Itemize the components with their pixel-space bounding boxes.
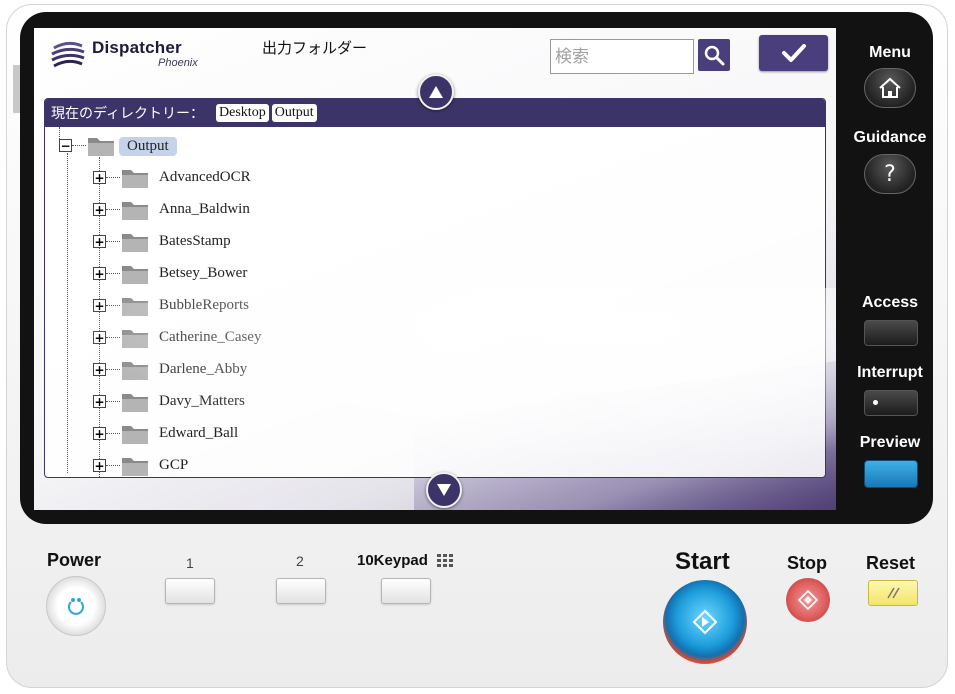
breadcrumb-desktop[interactable]: Desktop [216,104,269,122]
interrupt-button[interactable] [864,390,918,416]
tree-line [106,209,120,210]
folder-label[interactable]: BatesStamp [159,233,231,250]
tree-line [72,145,86,146]
tree-line [106,241,120,242]
folder-label[interactable]: Anna_Baldwin [159,201,250,218]
collapse-toggle-root[interactable]: − [59,139,72,152]
register-key-2[interactable] [276,578,326,604]
tree-line [106,337,120,338]
keypad-icon [437,554,453,567]
question-icon: ? [884,161,896,187]
tree-line [106,401,120,402]
folder-icon [122,298,148,316]
access-label: Access [861,294,919,311]
keypad-label: 10Keypad [357,552,428,569]
tree-line [106,273,120,274]
app-name: Dispatcher [92,38,182,57]
folder-icon [122,170,148,188]
key-1-label: 1 [186,555,194,571]
power-button[interactable] [46,576,106,636]
app-subname: Phoenix [158,57,198,69]
scroll-down-button[interactable] [426,472,462,508]
menu-label: Menu [869,44,911,61]
search-icon [704,45,725,66]
tree-line [106,305,120,306]
search-button[interactable] [698,39,730,71]
expand-toggle[interactable]: + [93,267,106,280]
register-key-1[interactable] [165,578,215,604]
app-logo: Dispatcher Phoenix [50,38,210,72]
expand-toggle[interactable]: + [93,299,106,312]
reset-label: Reset [866,553,916,573]
expand-toggle[interactable]: + [93,235,106,248]
folder-icon [122,266,148,284]
breadcrumb-output[interactable]: Output [271,104,317,122]
folder-label[interactable]: Catherine_Casey [159,329,261,346]
interrupt-label: Interrupt [857,364,923,381]
arrow-down-icon [437,484,451,496]
tree-line [106,177,120,178]
access-button[interactable] [864,320,918,346]
keypad-button[interactable] [381,578,431,604]
key-2-label: 2 [296,553,304,569]
arrow-up-icon [429,86,443,98]
page-title: 出力フォルダー [262,40,368,57]
current-directory-label: 現在のディレクトリー： [51,105,205,121]
reset-button[interactable] [868,580,918,606]
reset-icon [887,587,900,599]
start-button[interactable] [663,580,747,664]
folder-icon [122,458,148,476]
checkmark-icon [781,44,806,62]
tree-line [106,465,120,466]
power-icon [68,598,84,615]
folder-label[interactable]: Betsey_Bower [159,265,247,282]
confirm-button[interactable] [759,35,828,71]
folder-label[interactable]: AdvancedOCR [159,169,251,186]
expand-toggle[interactable]: + [93,171,106,184]
expand-toggle[interactable]: + [93,427,106,440]
folder-tree-panel: 現在のディレクトリー： Desktop Output − Output + Ad… [44,98,826,478]
tree-node-root[interactable]: Output [119,137,177,156]
interrupt-indicator-icon [873,400,878,405]
start-icon [692,609,718,635]
tree-line [106,433,120,434]
folder-icon [122,394,148,412]
folder-open-icon [88,138,114,156]
home-icon [879,77,901,98]
folder-icon [122,234,148,252]
folder-label[interactable]: BubbleReports [159,297,249,314]
preview-label: Preview [859,434,921,451]
expand-toggle[interactable]: + [93,395,106,408]
stop-button[interactable] [786,578,830,622]
expand-toggle[interactable]: + [93,459,106,472]
folder-icon [122,330,148,348]
guidance-button[interactable]: ? [864,154,916,194]
stop-label: Stop [787,553,827,573]
tree-line [59,127,60,139]
expand-toggle[interactable]: + [93,203,106,216]
search-input[interactable] [550,39,694,74]
folder-label[interactable]: Davy_Matters [159,393,245,410]
touch-screen: Dispatcher Phoenix 出力フォルダー 現在のディレクトリー： D… [34,28,836,510]
folder-label[interactable]: Edward_Ball [159,425,238,442]
folder-icon [122,362,148,380]
folder-label[interactable]: Darlene_Abby [159,361,247,378]
tree-line [67,153,68,473]
folder-icon [122,202,148,220]
expand-toggle[interactable]: + [93,331,106,344]
power-label: Power [47,550,102,570]
tree-line [106,369,120,370]
folder-label[interactable]: GCP [159,457,188,474]
menu-button[interactable] [864,68,916,108]
start-label: Start [675,548,730,575]
scroll-up-button[interactable] [418,74,454,110]
preview-button[interactable] [864,460,918,488]
guidance-label: Guidance [853,129,927,146]
dispatcher-logo-icon [51,41,85,68]
expand-toggle[interactable]: + [93,363,106,376]
stop-icon [797,589,819,611]
folder-icon [122,426,148,444]
